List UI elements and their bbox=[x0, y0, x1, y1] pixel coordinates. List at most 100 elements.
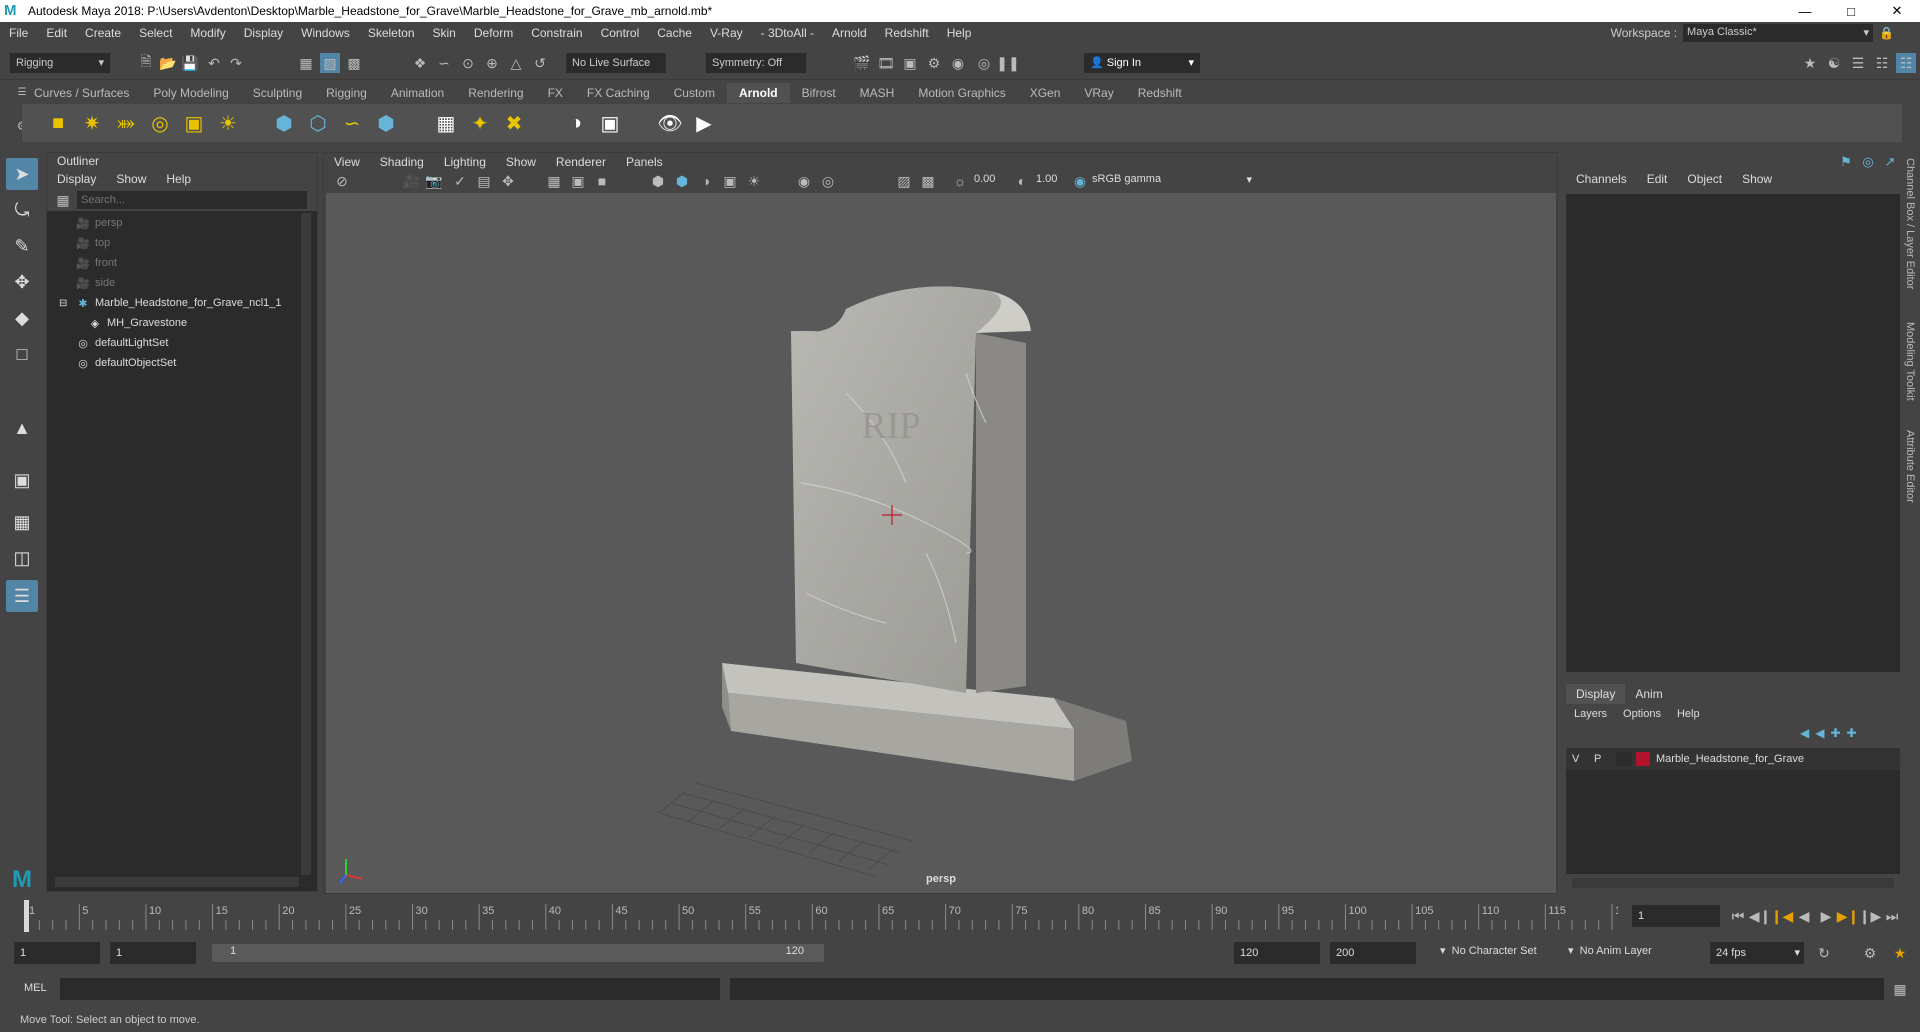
play-render-icon[interactable]: ▶ bbox=[690, 109, 718, 137]
channel-box-pin-icon[interactable]: ⚑ bbox=[1836, 152, 1856, 172]
menu-v-ray[interactable]: V-Ray bbox=[701, 26, 752, 40]
channel-menu-edit[interactable]: Edit bbox=[1637, 172, 1678, 190]
frame-all-icon[interactable]: ▩ bbox=[918, 171, 938, 191]
attribute-editor-icon[interactable]: ☰ bbox=[1848, 53, 1868, 73]
outliner-hscrollbar[interactable] bbox=[55, 877, 299, 887]
viewport-canvas[interactable]: RIP persp bbox=[326, 193, 1556, 893]
film-gate-icon[interactable]: ▣ bbox=[568, 171, 588, 191]
menu-help[interactable]: Help bbox=[938, 26, 981, 40]
menu-deform[interactable]: Deform bbox=[465, 26, 522, 40]
character-set-dropdown[interactable]: ▾ No Character Set bbox=[1440, 944, 1537, 957]
isolate-icon[interactable]: ◉ bbox=[794, 171, 814, 191]
grid-icon[interactable]: ▦ bbox=[544, 171, 564, 191]
menu-arnold[interactable]: Arnold bbox=[823, 26, 876, 40]
menu-constrain[interactable]: Constrain bbox=[522, 26, 591, 40]
layer-tab-anim[interactable]: Anim bbox=[1625, 684, 1673, 704]
menu-file[interactable]: File bbox=[0, 26, 37, 40]
layer-playback-toggle[interactable]: P bbox=[1594, 753, 1616, 765]
channel-menu-show[interactable]: Show bbox=[1732, 172, 1782, 190]
outliner-menu-show[interactable]: Show bbox=[106, 172, 156, 186]
snap-surface-icon[interactable]: △ bbox=[506, 53, 526, 73]
snap-curve-icon[interactable]: ∽ bbox=[434, 53, 454, 73]
modeling-toolkit-icon[interactable]: ★ bbox=[1800, 53, 1820, 73]
shelf-tab-animation[interactable]: Animation bbox=[378, 83, 457, 103]
outliner-row[interactable]: ◎ defaultObjectSet bbox=[47, 353, 317, 373]
skydome-light-icon[interactable]: ◎ bbox=[146, 109, 174, 137]
workspace-dropdown[interactable]: Maya Classic* ▾ bbox=[1683, 24, 1874, 42]
default-material-icon[interactable]: ◑ bbox=[696, 171, 716, 191]
layer-display-type[interactable] bbox=[1616, 752, 1632, 766]
menu-cache[interactable]: Cache bbox=[648, 26, 701, 40]
outliner-row[interactable]: ◈ MH_Gravestone bbox=[47, 313, 317, 333]
step-forward-key-icon[interactable]: ▶❙ bbox=[1837, 906, 1860, 926]
menu-windows[interactable]: Windows bbox=[292, 26, 359, 40]
live-surface-field[interactable]: No Live Surface bbox=[566, 53, 666, 73]
shelf-tab-bifrost[interactable]: Bifrost bbox=[789, 83, 848, 103]
current-time-marker[interactable] bbox=[24, 900, 29, 932]
area-light-icon[interactable]: ■ bbox=[44, 109, 72, 137]
outliner-menu-help[interactable]: Help bbox=[156, 172, 201, 186]
lasso-tool-icon[interactable]: ⤿ bbox=[6, 194, 38, 226]
camera-icon[interactable]: 🎥 bbox=[402, 171, 422, 191]
viewport-menu-show[interactable]: Show bbox=[496, 155, 546, 169]
outliner-vscrollbar[interactable] bbox=[301, 213, 311, 875]
standin-icon[interactable]: ⬢ bbox=[270, 109, 298, 137]
channel-menu-channels[interactable]: Channels bbox=[1566, 172, 1637, 190]
minimize-button[interactable]: — bbox=[1782, 0, 1828, 22]
gamma-icon[interactable]: ◐ bbox=[1012, 171, 1032, 191]
range-slider[interactable]: 1 120 bbox=[212, 944, 824, 962]
outliner-menu-display[interactable]: Display bbox=[47, 172, 106, 186]
select-object-icon[interactable]: ▨ bbox=[320, 53, 340, 73]
volume-icon[interactable]: ⬡ bbox=[304, 109, 332, 137]
save-scene-icon[interactable]: 💾 bbox=[180, 53, 200, 73]
modeling-toolkit-tab[interactable]: Modeling Toolkit bbox=[1904, 322, 1916, 401]
anim-layer-dropdown[interactable]: ▾ No Anim Layer bbox=[1568, 944, 1652, 957]
photometric-light-icon[interactable]: ⤘ bbox=[112, 109, 140, 137]
viewport-menu-view[interactable]: View bbox=[324, 155, 370, 169]
channel-box-expand-icon[interactable]: ↗ bbox=[1880, 152, 1900, 172]
scale-tool-icon[interactable]: □ bbox=[6, 338, 38, 370]
layer-menu-help[interactable]: Help bbox=[1669, 708, 1708, 720]
smooth-shade-icon[interactable]: ⬢ bbox=[672, 171, 692, 191]
loop-icon[interactable]: ↻ bbox=[1814, 943, 1834, 963]
fps-dropdown[interactable]: 24 fps ▾ bbox=[1710, 942, 1804, 964]
layer-menu-layers[interactable]: Layers bbox=[1566, 708, 1615, 720]
tx-manager-icon[interactable]: ✦ bbox=[466, 109, 494, 137]
end-time-field[interactable]: 200 bbox=[1330, 942, 1416, 964]
light-portal-icon[interactable]: ▣ bbox=[180, 109, 208, 137]
menu-create[interactable]: Create bbox=[76, 26, 130, 40]
light-manager-icon[interactable]: ◑ bbox=[562, 109, 590, 137]
lock-camera-icon[interactable]: 📷 bbox=[424, 171, 444, 191]
menu-redshift[interactable]: Redshift bbox=[876, 26, 938, 40]
mesh-light-icon[interactable]: ✷ bbox=[78, 109, 106, 137]
channel-box-tab[interactable]: Channel Box / Layer Editor bbox=[1904, 158, 1916, 289]
select-tool-icon[interactable]: ➤ bbox=[6, 158, 38, 190]
current-frame-field[interactable]: 1 bbox=[1632, 905, 1720, 927]
outliner-row[interactable]: 🎥 front bbox=[47, 253, 317, 273]
close-button[interactable]: ✕ bbox=[1874, 0, 1920, 22]
shelf-tab-motion-graphics[interactable]: Motion Graphics bbox=[906, 83, 1018, 103]
channel-box-icon[interactable]: ☷ bbox=[1896, 53, 1916, 73]
menu-set-dropdown[interactable]: Rigging ▾ bbox=[10, 53, 110, 73]
image-plane-icon[interactable]: ▤ bbox=[474, 171, 494, 191]
snap-point-icon[interactable]: ⊙ bbox=[458, 53, 478, 73]
collapse-icon[interactable]: ⊟ bbox=[59, 298, 67, 309]
shelf-tab-custom[interactable]: Custom bbox=[661, 83, 727, 103]
symmetry-dropdown[interactable]: Symmetry: Off bbox=[706, 53, 806, 73]
outliner-row[interactable]: ◎ defaultLightSet bbox=[47, 333, 317, 353]
select-component-icon[interactable]: ▩ bbox=[344, 53, 364, 73]
start-time-field[interactable]: 1 bbox=[14, 942, 100, 964]
material-icon[interactable]: ▣ bbox=[596, 109, 624, 137]
shelf-tab-fx[interactable]: FX bbox=[535, 83, 575, 103]
physical-sky-icon[interactable]: ☀ bbox=[214, 109, 242, 137]
viewport-menu-renderer[interactable]: Renderer bbox=[546, 155, 616, 169]
side-by-side-icon[interactable]: ◫ bbox=[6, 542, 38, 574]
menu-edit[interactable]: Edit bbox=[37, 26, 76, 40]
select-hierarchy-icon[interactable]: ▦ bbox=[296, 53, 316, 73]
outliner-row[interactable]: 🎥 top bbox=[47, 233, 317, 253]
channel-menu-object[interactable]: Object bbox=[1677, 172, 1732, 190]
render-settings-icon[interactable]: ⚙ bbox=[924, 53, 944, 73]
new-scene-icon[interactable]: 🗎 bbox=[136, 53, 156, 73]
layer-tab-display[interactable]: Display bbox=[1566, 684, 1626, 704]
maximize-button[interactable]: □ bbox=[1828, 0, 1874, 22]
